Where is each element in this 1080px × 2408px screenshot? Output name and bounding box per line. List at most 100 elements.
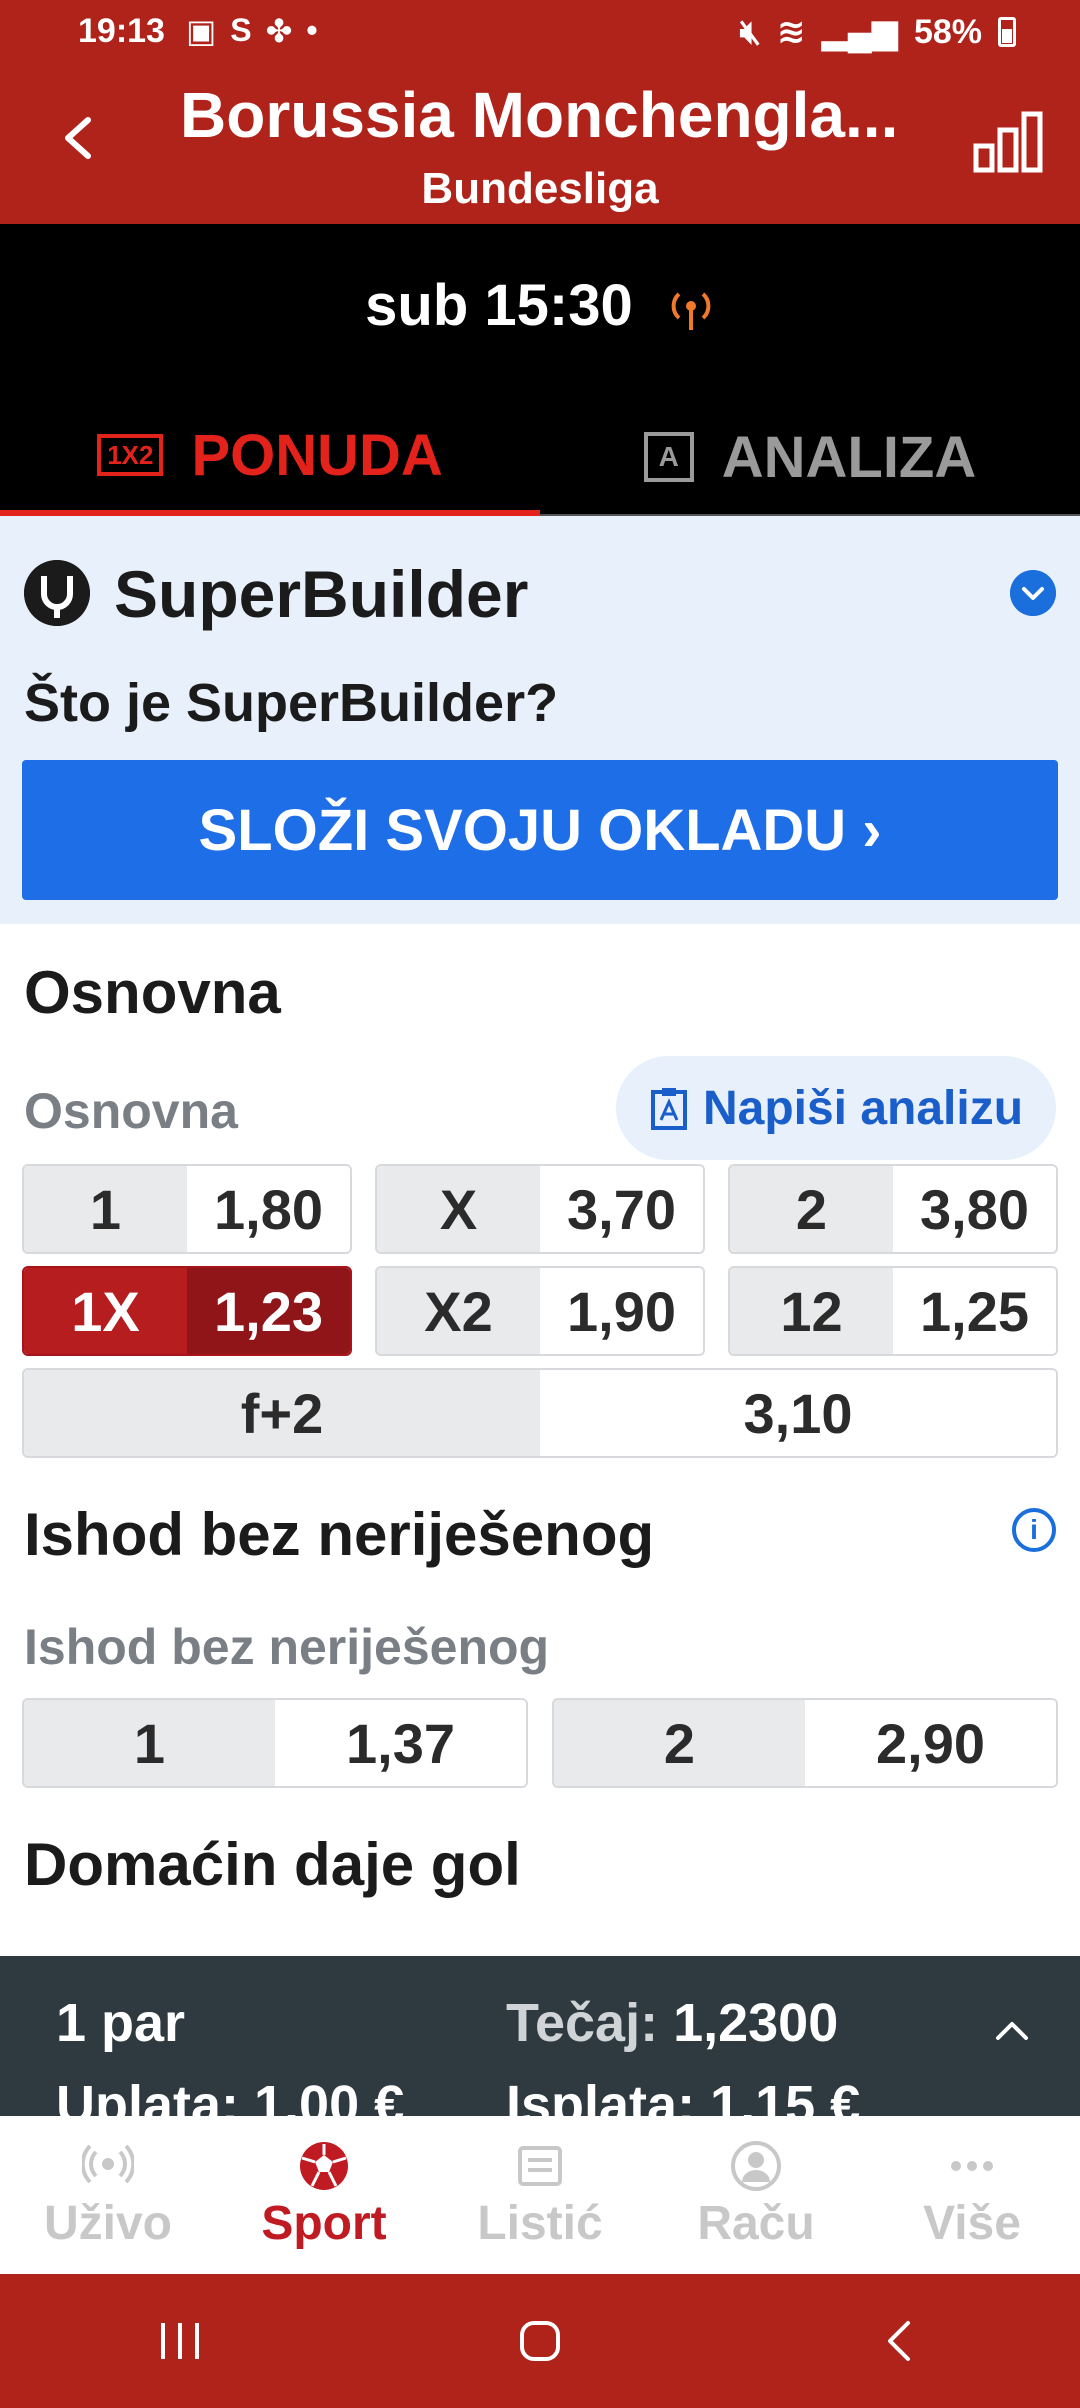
tab-analiza[interactable]: A ANALIZA — [540, 400, 1080, 516]
1x2-icon: 1X2 — [97, 434, 164, 476]
dot-icon: • — [306, 12, 318, 48]
odd-label: 1 — [24, 1700, 275, 1786]
statistics-icon[interactable] — [972, 110, 1044, 174]
odd-label: 2 — [554, 1700, 805, 1786]
live-icon — [82, 2144, 134, 2183]
odd-label: X2 — [377, 1268, 540, 1354]
superbuilder-title: SuperBuilder — [114, 557, 529, 631]
odd-value: 3,70 — [540, 1166, 703, 1252]
market-ishod-subtitle: Ishod bez neriješenog — [24, 1619, 550, 1675]
odd-button-x2[interactable]: X2 1,90 — [375, 1266, 705, 1356]
odd-label: f+2 — [24, 1370, 540, 1456]
superbuilder-logo-icon — [24, 560, 90, 626]
nav-item-vise[interactable]: Više — [864, 2116, 1080, 2274]
odd-label: 1 — [24, 1166, 187, 1252]
mute-icon: 🔇︎ — [739, 12, 762, 51]
superbuilder-question-link[interactable]: Što je SuperBuilder? — [24, 672, 558, 734]
chevron-down-icon[interactable] — [1010, 570, 1056, 616]
nav-item-uzivo[interactable]: Uživo — [0, 2116, 216, 2274]
system-icons: 🔇︎ ≋ ▂▄▆ 58% — [740, 12, 1016, 52]
betslip-bar[interactable]: 1 par Tečaj: 1,2300 Uplata: 1,00 € Ispla… — [0, 1956, 1080, 2116]
nav-item-racun[interactable]: Raču — [648, 2116, 864, 2274]
tab-analiza-label: ANALIZA — [721, 424, 977, 490]
nav-label: Uživo — [43, 2196, 172, 2250]
system-back-button[interactable] — [860, 2311, 940, 2371]
status-bar: 19:13 ▣ S ✤ • 🔇︎ ≋ ▂▄▆ 58% — [0, 0, 1080, 64]
odd-button-handicap[interactable]: f+2 3,10 — [22, 1368, 1058, 1458]
build-bet-label: SLOŽI SVOJU OKLADU — [198, 797, 847, 863]
battery-percent: 58% — [913, 12, 982, 51]
info-icon[interactable]: i — [1012, 1508, 1056, 1552]
betslip-odds: Tečaj: 1,2300 — [506, 1992, 838, 2054]
odd-button-dnb-1[interactable]: 1 1,37 — [22, 1698, 528, 1788]
odd-value: 1,37 — [275, 1700, 526, 1786]
odd-value: 1,90 — [540, 1268, 703, 1354]
betslip-payout: Isplata: 1,15 € — [506, 2075, 861, 2116]
odd-label: 2 — [730, 1166, 893, 1252]
bottom-navigation: Uživo Sport Listić Raču Više — [0, 2116, 1080, 2274]
signal-icon: ▂▄▆ — [821, 13, 898, 51]
odd-value: 1,23 — [187, 1268, 350, 1354]
nav-label: Više — [923, 2196, 1021, 2250]
match-title: Borussia Monchengla... — [180, 79, 899, 151]
tab-ponuda-label: PONUDA — [191, 422, 443, 488]
league-name: Bundesliga — [421, 164, 659, 213]
odd-value: 1,25 — [893, 1268, 1056, 1354]
market-osnovna-subtitle: Osnovna — [24, 1083, 238, 1139]
account-icon — [731, 2140, 781, 2191]
chevron-right-icon: › — [862, 797, 882, 863]
write-analysis-button[interactable]: Napiši analizu — [616, 1056, 1056, 1160]
kickoff-time: sub 15:30 — [0, 272, 1080, 339]
odd-button-1[interactable]: 1 1,80 — [22, 1164, 352, 1254]
section-ishod-title: Ishod bez neriješenog — [24, 1501, 655, 1568]
superbuilder-panel: SuperBuilder Što je SuperBuilder? SLOŽI … — [0, 516, 1080, 924]
soccer-ball-icon — [300, 2141, 348, 2190]
status-time: 19:13 — [78, 12, 165, 50]
s-app-icon: S — [230, 12, 252, 48]
build-bet-button[interactable]: SLOŽI SVOJU OKLADU › — [22, 760, 1058, 900]
more-icon — [951, 2160, 993, 2171]
notification-icons: ▣ S ✤ • — [186, 12, 318, 50]
home-button[interactable] — [500, 2311, 580, 2371]
nav-label: Listić — [477, 2196, 603, 2250]
back-arrow-icon[interactable] — [50, 108, 110, 168]
betslip-stake: Uplata: 1,00 € — [56, 2075, 405, 2116]
home-icon — [520, 2321, 560, 2361]
betslip-count: 1 par — [56, 1993, 186, 2053]
betslip-odds-label: Tečaj: — [506, 1993, 659, 2053]
live-broadcast-icon — [671, 292, 711, 330]
odd-button-1x-selected[interactable]: 1X 1,23 — [22, 1266, 352, 1356]
tab-ponuda[interactable]: 1X2 PONUDA — [0, 400, 540, 516]
match-header: Borussia Monchengla... Bundesliga — [0, 64, 1080, 224]
section-domacin-title: Domaćin daje gol — [24, 1831, 521, 1898]
betslip-odds-value: 1,2300 — [673, 1993, 839, 2053]
system-back-icon — [888, 2321, 910, 2361]
gallery-icon: ▣ — [186, 13, 217, 49]
odd-label: X — [377, 1166, 540, 1252]
wifi-icon: ≋ — [777, 13, 806, 51]
nav-label: Raču — [697, 2196, 815, 2250]
nav-item-sport[interactable]: Sport — [216, 2116, 432, 2274]
recent-apps-icon — [161, 2323, 199, 2359]
odd-button-dnb-2[interactable]: 2 2,90 — [552, 1698, 1058, 1788]
odd-value: 2,90 — [805, 1700, 1056, 1786]
analysis-icon: A — [643, 432, 694, 482]
match-info-bar: sub 15:30 1X2 PONUDA A ANALIZA — [0, 224, 1080, 516]
odd-button-2[interactable]: 2 3,80 — [728, 1164, 1058, 1254]
section-osnovna-title: Osnovna — [24, 959, 281, 1026]
chevron-up-icon[interactable] — [988, 2006, 1036, 2054]
odd-value: 1,80 — [187, 1166, 350, 1252]
recent-apps-button[interactable] — [140, 2311, 220, 2371]
ticket-icon — [518, 2145, 562, 2186]
kickoff-text: sub 15:30 — [365, 273, 633, 338]
odd-value: 3,10 — [540, 1370, 1056, 1456]
odd-label: 12 — [730, 1268, 893, 1354]
nav-item-listic[interactable]: Listić — [432, 2116, 648, 2274]
odd-label: 1X — [24, 1268, 187, 1354]
odd-button-x[interactable]: X 3,70 — [375, 1164, 705, 1254]
odd-button-12[interactable]: 12 1,25 — [728, 1266, 1058, 1356]
clipboard-icon — [650, 1088, 687, 1130]
battery-icon — [998, 17, 1016, 47]
nav-label: Sport — [261, 2196, 387, 2250]
write-analysis-label: Napiši analizu — [702, 1081, 1024, 1135]
